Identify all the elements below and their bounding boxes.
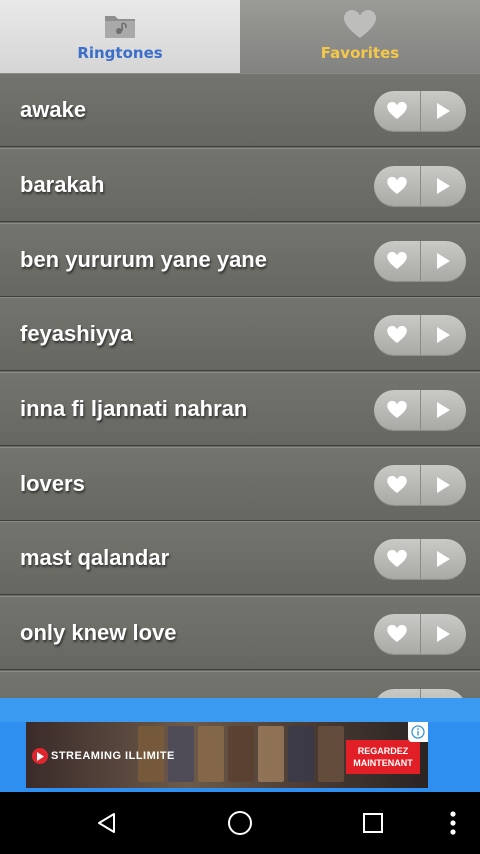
ad-bar-stripe xyxy=(0,698,480,722)
play-icon xyxy=(437,253,451,269)
favorite-button[interactable] xyxy=(374,241,421,281)
play-icon xyxy=(437,551,451,567)
tab-favorites[interactable]: Favorites xyxy=(240,0,480,73)
tab-ringtones-label: Ringtones xyxy=(77,44,163,62)
heart-icon xyxy=(386,624,407,642)
heart-icon xyxy=(386,325,407,343)
play-button[interactable] xyxy=(420,689,466,698)
ringtone-title: only knew love xyxy=(20,620,177,645)
favorite-button[interactable] xyxy=(374,390,421,430)
heart-icon xyxy=(386,549,407,567)
ringtone-actions xyxy=(374,91,466,131)
overflow-menu-icon[interactable] xyxy=(438,808,468,838)
list-item[interactable]: barakah xyxy=(0,148,480,222)
ad-poster xyxy=(198,726,224,782)
ringtone-title: feyashiyya xyxy=(20,321,133,346)
play-button[interactable] xyxy=(420,91,466,131)
play-icon xyxy=(437,626,451,642)
ringtone-actions xyxy=(374,241,466,281)
ringtone-actions xyxy=(374,315,466,355)
play-button[interactable] xyxy=(420,539,466,579)
system-nav-bar xyxy=(0,792,480,854)
ringtone-title: ben yururum yane yane xyxy=(20,247,267,272)
play-button[interactable] xyxy=(420,614,466,654)
ringtone-actions xyxy=(374,166,466,206)
recents-icon[interactable] xyxy=(358,808,388,838)
tab-bar: Ringtones Favorites xyxy=(0,0,480,73)
favorite-button[interactable] xyxy=(374,539,421,579)
folder-icon xyxy=(100,8,140,42)
tab-favorites-label: Favorites xyxy=(320,44,400,62)
favorite-button[interactable] xyxy=(374,315,421,355)
play-button[interactable] xyxy=(420,166,466,206)
play-icon xyxy=(437,327,451,343)
ringtone-title: barakah xyxy=(20,172,105,197)
ad-banner[interactable]: STREAMING ILLIMITE REGARDEZ MAINTENANT xyxy=(26,722,428,788)
heart-icon xyxy=(386,400,407,418)
ringtone-actions xyxy=(374,539,466,579)
ringtone-title: inna fi ljannati nahran xyxy=(20,396,248,421)
heart-icon xyxy=(340,8,380,42)
ad-bar: STREAMING ILLIMITE REGARDEZ MAINTENANT xyxy=(0,698,480,792)
heart-icon xyxy=(386,101,407,119)
ad-brand-label: STREAMING ILLIMITE xyxy=(51,750,175,762)
play-icon xyxy=(437,178,451,194)
favorite-button[interactable] xyxy=(374,465,421,505)
ad-cta-button[interactable]: REGARDEZ MAINTENANT xyxy=(346,740,420,774)
play-icon xyxy=(437,103,451,119)
favorite-button[interactable] xyxy=(374,689,421,698)
play-button[interactable] xyxy=(420,390,466,430)
list-item[interactable]: lovers xyxy=(0,447,480,521)
list-item[interactable] xyxy=(0,671,480,698)
ringtone-actions xyxy=(374,689,466,698)
heart-icon xyxy=(386,176,407,194)
ringtone-title: mast qalandar xyxy=(20,545,170,570)
heart-icon xyxy=(386,475,407,493)
play-button[interactable] xyxy=(420,315,466,355)
play-button[interactable] xyxy=(420,465,466,505)
list-item[interactable]: inna fi ljannati nahran xyxy=(0,372,480,446)
ringtone-actions xyxy=(374,465,466,505)
ad-play-icon xyxy=(32,748,48,764)
tab-ringtones[interactable]: Ringtones xyxy=(0,0,240,73)
ad-info-icon[interactable] xyxy=(408,722,428,742)
home-icon[interactable] xyxy=(225,808,255,838)
ad-poster xyxy=(288,726,314,782)
ad-poster xyxy=(258,726,284,782)
list-item[interactable]: awake xyxy=(0,73,480,147)
play-button[interactable] xyxy=(420,241,466,281)
play-icon xyxy=(437,402,451,418)
favorite-button[interactable] xyxy=(374,91,421,131)
list-item[interactable]: ben yururum yane yane xyxy=(0,223,480,297)
ad-poster xyxy=(318,726,344,782)
play-icon xyxy=(437,477,451,493)
list-item[interactable]: only knew love xyxy=(0,596,480,670)
favorite-button[interactable] xyxy=(374,166,421,206)
favorite-button[interactable] xyxy=(374,614,421,654)
back-icon[interactable] xyxy=(92,808,122,838)
list-item[interactable]: mast qalandar xyxy=(0,521,480,595)
heart-icon xyxy=(386,251,407,269)
ad-poster xyxy=(228,726,254,782)
ringtone-title: lovers xyxy=(20,471,85,496)
list-item[interactable]: feyashiyya xyxy=(0,297,480,371)
ringtone-list[interactable]: awake barakah ben yururum yane yane feya… xyxy=(0,73,480,698)
ringtone-title: awake xyxy=(20,97,87,122)
ringtone-actions xyxy=(374,614,466,654)
ringtone-actions xyxy=(374,390,466,430)
ad-brand: STREAMING ILLIMITE xyxy=(32,748,175,764)
